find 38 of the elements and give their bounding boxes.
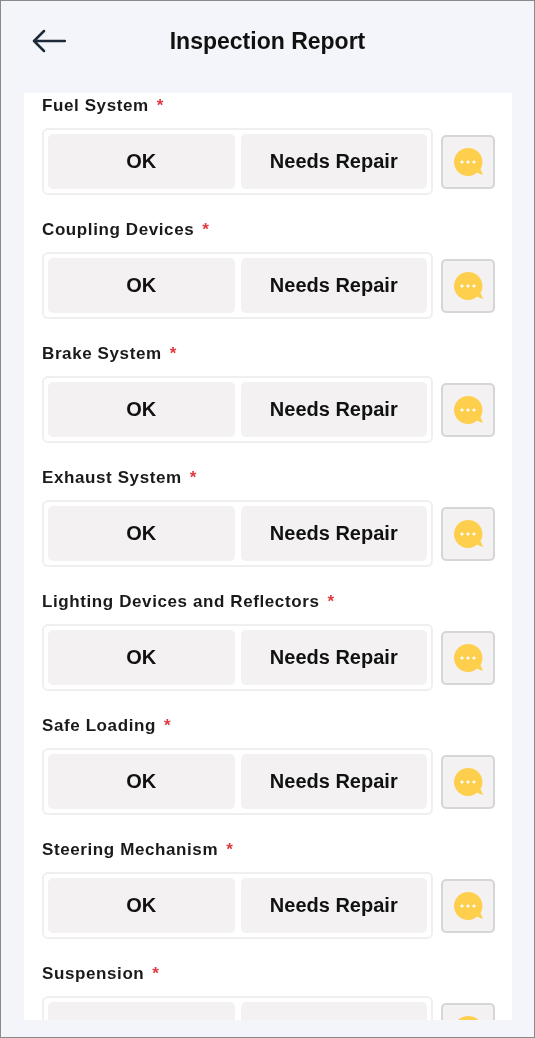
choice-button[interactable]: Needs Repair [240,258,427,313]
field-label: Coupling Devices * [42,219,211,241]
choice-button[interactable]: Needs Repair [240,630,427,685]
chat-bubble-icon [452,765,484,798]
chat-bubble-icon [452,393,484,426]
comment-button[interactable] [441,134,495,189]
field-label: Suspension * [42,963,161,985]
choice-button[interactable]: Needs Repair [240,382,427,437]
choice-button[interactable]: OK [48,134,235,189]
choice-button[interactable]: OK [48,878,235,933]
comment-button[interactable] [441,258,495,313]
field-label: Steering Mechanism * [42,839,235,861]
comment-button[interactable] [441,878,495,933]
choice-button[interactable]: OK [48,754,235,809]
field-label: Brake System * [42,343,178,365]
choice-button[interactable]: OK [48,506,235,561]
page-title: Inspection Report [168,27,367,55]
comment-button[interactable] [441,630,495,685]
field-label: Safe Loading * [42,715,173,737]
chat-bubble-icon [452,145,484,178]
chat-bubble-icon [452,517,484,550]
chat-bubble-icon [452,889,484,922]
chat-bubble-icon [452,269,484,302]
choice-button[interactable]: OK [48,258,235,313]
comment-button[interactable] [441,382,495,437]
choice-button[interactable]: Needs Repair [240,754,427,809]
comment-button[interactable] [441,754,495,809]
field-label: Exhaust System * [42,467,198,489]
field-label: Fuel System * [42,95,165,117]
choice-button[interactable]: OK [48,382,235,437]
choice-button[interactable]: Needs Repair [240,506,427,561]
choice-button[interactable]: Needs Repair [240,134,427,189]
choice-button[interactable]: OK [48,630,235,685]
chat-bubble-icon [452,641,484,674]
comment-button[interactable] [441,506,495,561]
field-label: Lighting Devices and Reflectors * [42,591,336,613]
choice-button[interactable]: Needs Repair [240,878,427,933]
back-arrow-icon[interactable] [32,29,66,53]
